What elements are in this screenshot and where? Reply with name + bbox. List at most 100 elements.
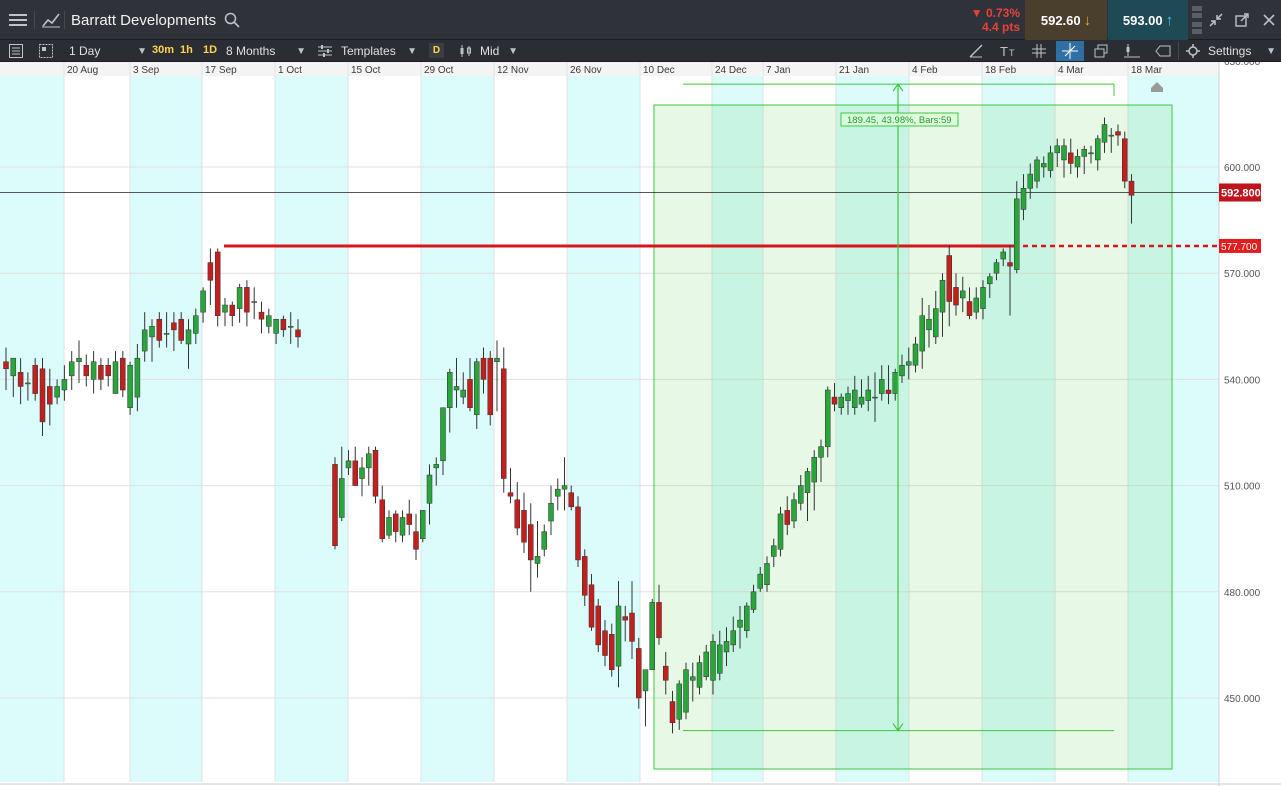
candle-body <box>858 396 865 405</box>
candle-body <box>171 322 177 331</box>
level-price-label: 577.700 <box>1221 242 1258 253</box>
candle-body <box>845 393 851 401</box>
candle-body <box>831 396 838 405</box>
candle-body <box>207 262 214 281</box>
popout-icon[interactable] <box>1232 10 1252 30</box>
candle-body <box>838 396 844 408</box>
candle <box>332 457 338 550</box>
period-band <box>0 76 64 782</box>
candle <box>487 351 493 426</box>
interval-1d-button[interactable]: 1D <box>203 44 217 56</box>
settings-menu[interactable]: Settings ▼ <box>1208 42 1276 60</box>
list-icon[interactable] <box>6 42 26 60</box>
crosshair-icon[interactable] <box>1056 41 1084 61</box>
candle-body <box>737 619 743 628</box>
draw-line-icon[interactable] <box>966 42 986 60</box>
interval-label: 1 Day <box>69 44 101 58</box>
measure-range-box[interactable] <box>653 104 1173 770</box>
candle-body <box>953 287 959 306</box>
svg-text:T: T <box>1009 48 1015 58</box>
chevron-down-icon: ▼ <box>296 45 306 57</box>
candle-body <box>676 683 682 720</box>
interval-30m-button[interactable]: 30m <box>152 44 174 56</box>
candle-body <box>460 389 466 398</box>
templates-select[interactable]: Templates ▼ <box>341 42 417 60</box>
candle-body <box>339 478 345 518</box>
windows-icon[interactable] <box>1091 42 1111 60</box>
candle-body <box>980 287 986 309</box>
candle-body <box>134 357 141 398</box>
candle-body <box>696 662 703 688</box>
candle-body <box>141 329 148 352</box>
candle-body <box>406 513 412 525</box>
price-type-select[interactable]: Mid ▼ <box>480 42 518 60</box>
candle-body <box>372 449 379 497</box>
interval-1h-button[interactable]: 1h <box>180 44 193 56</box>
chart-toolbar: 1 Day ▼ 30m 1h 1D 8 Months ▼ Templates ▼… <box>0 40 1281 62</box>
collapse-icon[interactable] <box>1206 10 1226 30</box>
candle-body <box>939 280 946 313</box>
candle-body <box>1041 163 1047 168</box>
candle-body <box>214 251 221 316</box>
candle-body <box>1027 173 1033 189</box>
candle-body <box>1122 138 1128 182</box>
y-tick-label: 510.000 <box>1224 482 1261 493</box>
depth-icon[interactable] <box>1191 4 1203 36</box>
d-badge[interactable]: D <box>429 43 444 58</box>
candle-body <box>1115 131 1121 136</box>
candle-body <box>149 326 155 338</box>
search-icon[interactable] <box>222 10 242 30</box>
x-tick-label: 4 Mar <box>1058 65 1084 76</box>
candle-body <box>359 467 365 479</box>
buy-price-button[interactable]: 593.00 ↑ <box>1108 0 1188 40</box>
sell-price-button[interactable]: 592.60 ↓ <box>1025 0 1107 40</box>
candle-body <box>933 308 939 338</box>
candle-body <box>440 407 446 462</box>
candle-body <box>222 304 228 313</box>
candle-body <box>777 513 784 550</box>
x-tick-label: 1 Oct <box>278 65 302 76</box>
close-icon[interactable] <box>1259 10 1279 30</box>
candle-body <box>447 372 453 408</box>
candles-icon[interactable] <box>457 42 475 60</box>
x-tick-label: 18 Mar <box>1131 65 1163 76</box>
candle-body <box>744 605 750 631</box>
indicator-icon[interactable] <box>1121 42 1143 60</box>
candle-body <box>717 644 723 674</box>
x-tick-label: 21 Jan <box>839 65 869 76</box>
change-points: 4.4 pts <box>981 20 1020 34</box>
candle-body <box>453 386 460 391</box>
layout-icon[interactable] <box>36 42 56 60</box>
chart-type-icon[interactable] <box>38 6 64 34</box>
candle-body <box>946 255 952 302</box>
measure-label: 189.45, 43.98%, Bars:59 <box>847 115 952 126</box>
interval-select[interactable]: 1 Day ▼ <box>69 42 147 60</box>
y-tick-label: 540.000 <box>1224 375 1261 386</box>
candle-body <box>399 517 406 536</box>
candle-body <box>784 510 790 525</box>
text-tool-icon[interactable]: TT <box>998 42 1020 60</box>
candle-body <box>636 648 642 699</box>
candle-body <box>163 333 170 335</box>
candle-body <box>642 669 649 692</box>
y-tick-label: 600.000 <box>1224 163 1261 174</box>
candle-body <box>480 357 487 380</box>
grid-icon[interactable] <box>1029 42 1049 60</box>
candle-body <box>1108 134 1114 137</box>
candle-body <box>669 701 676 724</box>
price-change: ▼ 0.73% 4.4 pts <box>958 6 1020 34</box>
period-band <box>567 76 640 782</box>
svg-text:T: T <box>1000 44 1008 58</box>
templates-icon <box>316 43 334 59</box>
candle-body <box>730 630 736 646</box>
gear-icon[interactable] <box>1184 42 1202 60</box>
candle-body <box>629 612 635 642</box>
candle-body <box>906 361 912 366</box>
x-tick-label: 12 Nov <box>497 65 529 76</box>
menu-icon[interactable] <box>4 6 32 34</box>
candle-body <box>1088 152 1094 155</box>
period-band <box>421 76 494 782</box>
tag-icon[interactable] <box>1152 42 1174 60</box>
range-select[interactable]: 8 Months ▼ <box>226 42 306 60</box>
price-chart[interactable]: 189.45, 43.98%, Bars:59 20 Aug 3 Sep 17 Se… <box>0 62 1281 786</box>
